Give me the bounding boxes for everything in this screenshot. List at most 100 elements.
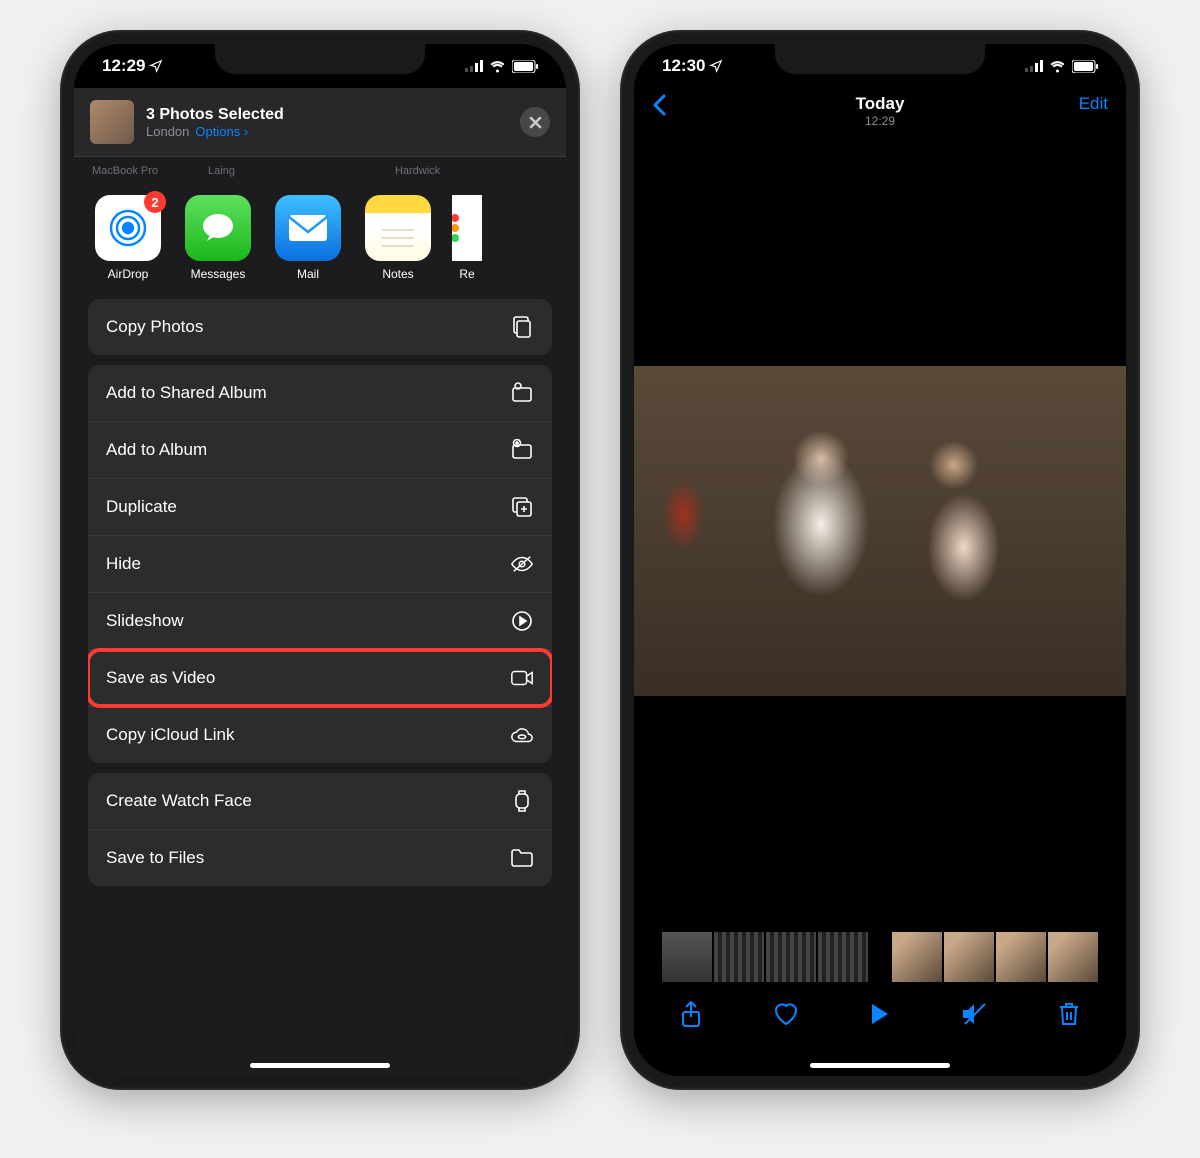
thumbnail[interactable] (766, 932, 816, 982)
location-icon (149, 59, 163, 73)
action-label: Save as Video (106, 668, 215, 688)
play-icon (870, 1002, 890, 1026)
current-photo (634, 366, 1126, 696)
share-apps-row[interactable]: 2 AirDrop Messages Mail (74, 183, 566, 299)
title: Today (702, 94, 1058, 114)
reminders-icon (452, 206, 482, 250)
watch-icon (510, 789, 534, 813)
app-messages[interactable]: Messages (182, 195, 254, 281)
airdrop-device[interactable]: Hardwick (395, 165, 440, 177)
favorite-button[interactable] (773, 1002, 799, 1026)
badge: 2 (144, 191, 166, 213)
action-hide[interactable]: Hide (88, 536, 552, 593)
action-label: Add to Album (106, 440, 207, 460)
signal-icon (465, 60, 483, 72)
mute-button[interactable] (961, 1002, 987, 1026)
thumbnail[interactable] (944, 932, 994, 982)
phone-right: 12:30 Today 12:29 Edit (620, 30, 1140, 1090)
action-label: Copy iCloud Link (106, 725, 235, 745)
sheet-title: 3 Photos Selected (146, 106, 508, 124)
share-button[interactable] (680, 1000, 702, 1028)
action-save-as-video[interactable]: Save as Video (88, 650, 552, 707)
home-indicator[interactable] (250, 1063, 390, 1068)
action-slideshow[interactable]: Slideshow (88, 593, 552, 650)
action-save-to-files[interactable]: Save to Files (88, 830, 552, 886)
notch (215, 44, 425, 74)
options-button[interactable]: Options › (195, 124, 248, 139)
actions-list[interactable]: Copy Photos Add to Shared Album Add to A… (74, 299, 566, 896)
action-label: Save to Files (106, 848, 204, 868)
action-label: Duplicate (106, 497, 177, 517)
airdrop-device[interactable]: MacBook Pro (92, 165, 158, 177)
airdrop-icon (106, 206, 150, 250)
status-indicators (1025, 60, 1098, 73)
app-reminders[interactable]: Re (452, 195, 482, 281)
app-mail[interactable]: Mail (272, 195, 344, 281)
back-button[interactable] (652, 94, 702, 121)
wifi-icon (489, 60, 506, 73)
hide-icon (510, 552, 534, 576)
thumbnail[interactable] (1048, 932, 1098, 982)
trash-icon (1058, 1001, 1080, 1027)
app-label: Notes (382, 267, 413, 281)
share-sheet: 3 Photos Selected London Options › MacBo… (74, 88, 566, 1076)
subtitle: 12:29 (702, 114, 1058, 128)
cloud-link-icon (510, 723, 534, 747)
app-label: Messages (191, 267, 246, 281)
thumbnail[interactable] (818, 932, 868, 982)
location-label: London (146, 124, 189, 139)
app-airdrop[interactable]: 2 AirDrop (92, 195, 164, 281)
share-icon (680, 1000, 702, 1028)
sheet-header: 3 Photos Selected London Options › (74, 88, 566, 157)
status-time: 12:29 (102, 56, 145, 76)
selection-thumbnail (90, 100, 134, 144)
thumbnail[interactable] (714, 932, 764, 982)
copy-icon (510, 315, 534, 339)
close-button[interactable] (520, 107, 550, 137)
photo-area[interactable] (634, 134, 1126, 928)
location-icon (709, 59, 723, 73)
action-label: Slideshow (106, 611, 184, 631)
action-label: Add to Shared Album (106, 383, 267, 403)
mail-icon (287, 213, 329, 243)
thumbnail[interactable] (996, 932, 1046, 982)
close-icon (529, 116, 542, 129)
nav-title: Today 12:29 (702, 94, 1058, 128)
album-add-icon (510, 438, 534, 462)
wifi-icon (1049, 60, 1066, 73)
action-create-watch-face[interactable]: Create Watch Face (88, 773, 552, 830)
chevron-left-icon (652, 94, 666, 116)
notes-icon (378, 222, 418, 252)
app-label: AirDrop (108, 267, 149, 281)
play-circle-icon (510, 609, 534, 633)
duplicate-icon (510, 495, 534, 519)
app-label: Re (459, 267, 474, 281)
heart-icon (773, 1002, 799, 1026)
action-copy-icloud-link[interactable]: Copy iCloud Link (88, 707, 552, 763)
action-label: Create Watch Face (106, 791, 252, 811)
app-notes[interactable]: Notes (362, 195, 434, 281)
action-label: Copy Photos (106, 317, 203, 337)
action-add-to-album[interactable]: Add to Album (88, 422, 552, 479)
edit-button[interactable]: Edit (1058, 94, 1108, 114)
app-label: Mail (297, 267, 319, 281)
shared-album-icon (510, 381, 534, 405)
airdrop-device[interactable]: Laing (208, 165, 235, 177)
play-button[interactable] (870, 1002, 890, 1026)
thumbnail[interactable] (662, 932, 712, 982)
thumbnail[interactable] (892, 932, 942, 982)
action-duplicate[interactable]: Duplicate (88, 479, 552, 536)
folder-icon (510, 846, 534, 870)
message-icon (198, 208, 238, 248)
action-add-shared-album[interactable]: Add to Shared Album (88, 365, 552, 422)
status-indicators (465, 60, 538, 73)
photo-viewer: Today 12:29 Edit (634, 88, 1126, 1076)
home-indicator[interactable] (810, 1063, 950, 1068)
signal-icon (1025, 60, 1043, 72)
nav-bar: Today 12:29 Edit (634, 88, 1126, 134)
delete-button[interactable] (1058, 1001, 1080, 1027)
status-time: 12:30 (662, 56, 705, 76)
film-strip[interactable] (634, 928, 1126, 986)
action-copy-photos[interactable]: Copy Photos (88, 299, 552, 355)
phone-left: 12:29 3 Photos Selected London Options › (60, 30, 580, 1090)
